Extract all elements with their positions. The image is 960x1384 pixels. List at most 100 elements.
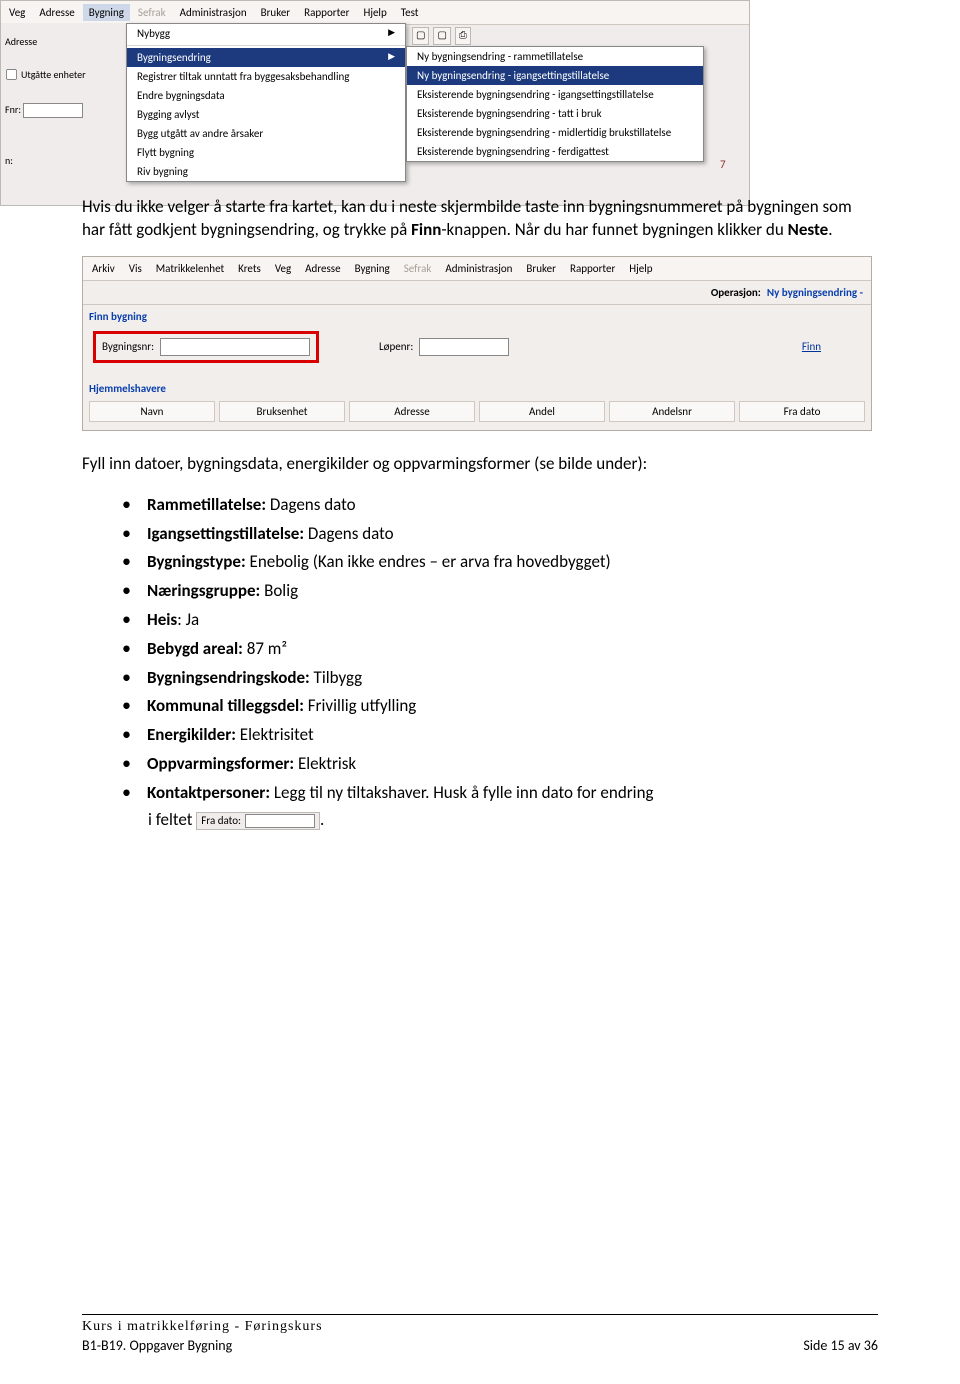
li-text: Dagens dato: [266, 494, 356, 515]
mi-label: Bygg utgått av andre årsaker: [137, 127, 263, 140]
menu-hjelp[interactable]: Hjelp: [357, 4, 392, 21]
li-text: 87 m²: [243, 638, 287, 659]
last-suffix: .: [320, 809, 324, 830]
li-bold: Rammetillatelse:: [147, 494, 266, 515]
list-item: Energikilder: Elektrisitet: [122, 720, 878, 749]
finn-link[interactable]: Finn: [802, 340, 821, 353]
bygning-dropdown: Nybygg ▶ Bygningsendring▶ Registrer tilta…: [126, 23, 406, 182]
lopenr-input[interactable]: [419, 338, 509, 356]
smi-eks-ferdigattest[interactable]: Eksisterende bygningsendring - ferdigatt…: [407, 142, 703, 161]
fnr-label: Fnr:: [5, 103, 21, 116]
mi-label: Flytt bygning: [137, 146, 194, 159]
smi-ramme[interactable]: Ny bygningsendring - rammetillatelse: [407, 47, 703, 66]
col-fra-dato: Fra dato: [739, 401, 865, 422]
para1-text-e: .: [828, 219, 832, 240]
footer-course-title: Kurs i matrikkelføring - Føringskurs: [82, 1319, 878, 1335]
li-bold: Bygningsendringskode:: [147, 667, 310, 688]
mi-label: Endre bygningsdata: [137, 89, 225, 102]
menu-veg[interactable]: Veg: [3, 4, 31, 21]
m2-administrasjon[interactable]: Administrasjon: [439, 260, 518, 277]
li-text: Legg til ny tiltakshaver. Husk å fylle i…: [270, 782, 653, 803]
mi-flytt-bygning[interactable]: Flytt bygning: [127, 143, 405, 162]
mi-label: Nybygg: [137, 27, 170, 40]
li-bold: Kontaktpersoner:: [147, 782, 270, 803]
mi-endre-bygningsdata[interactable]: Endre bygningsdata: [127, 86, 405, 105]
list-item: Næringsgruppe: Bolig: [122, 576, 878, 605]
m2-matrikkelenhet[interactable]: Matrikkelenhet: [150, 260, 230, 277]
mi-riv-bygning[interactable]: Riv bygning: [127, 162, 405, 181]
para1-text-c: -knappen. Når du har funnet bygningen kl…: [441, 219, 787, 240]
toolbar-icon-1[interactable]: ▢: [412, 27, 429, 45]
field-list: Rammetillatelse: Dagens dato Igangsettin…: [122, 490, 878, 807]
document-body: Hvis du ikke velger å starte fra kartet,…: [82, 196, 878, 830]
li-text: : Ja: [177, 609, 199, 630]
scr1-toolbar: ▢ ▢ ⎙: [406, 27, 706, 45]
smi-igangsetting[interactable]: Ny bygningsendring - igangsettingstillat…: [407, 66, 703, 85]
m2-arkiv[interactable]: Arkiv: [86, 260, 121, 277]
m2-bruker[interactable]: Bruker: [520, 260, 562, 277]
last-inline-line: i feltet Fra dato: .: [148, 809, 878, 830]
bygningsendring-submenu: Ny bygningsendring - rammetillatelse Ny …: [406, 46, 704, 162]
mi-bygningsendring[interactable]: Bygningsendring▶: [127, 48, 405, 67]
last-prefix: i feltet: [148, 809, 192, 830]
n-label: n:: [5, 154, 13, 167]
bygningsnr-input[interactable]: [160, 338, 310, 356]
menu-administrasjon[interactable]: Administrasjon: [174, 4, 253, 21]
mi-nybygg[interactable]: Nybygg ▶: [127, 24, 405, 43]
fra-dato-input[interactable]: [245, 814, 315, 828]
m2-veg[interactable]: Veg: [269, 260, 297, 277]
li-bold: Bygningstype:: [147, 551, 246, 572]
smi-eks-igang[interactable]: Eksisterende bygningsendring - igangsett…: [407, 85, 703, 104]
smi-eks-tatt-bruk[interactable]: Eksisterende bygningsendring - tatt i br…: [407, 104, 703, 123]
m2-rapporter[interactable]: Rapporter: [564, 260, 621, 277]
m2-hjelp[interactable]: Hjelp: [623, 260, 658, 277]
lopenr-group: Løpenr:: [379, 338, 509, 356]
mi-bygg-utgatt[interactable]: Bygg utgått av andre årsaker: [127, 124, 405, 143]
li-text: Frivillig utfylling: [304, 695, 416, 716]
list-item: Kontaktpersoner: Legg til ny tiltakshave…: [122, 778, 878, 807]
menu-adresse[interactable]: Adresse: [33, 4, 80, 21]
li-text: Dagens dato: [304, 523, 394, 544]
m2-krets[interactable]: Krets: [232, 260, 267, 277]
li-bold: Oppvarmingsformer:: [147, 753, 294, 774]
para1-bold-neste: Neste: [788, 219, 829, 240]
fnr-input[interactable]: [23, 103, 83, 118]
col-andel: Andel: [479, 401, 605, 422]
page-footer: Kurs i matrikkelføring - Føringskurs B1-…: [82, 1314, 878, 1354]
smi-eks-midlertidig[interactable]: Eksisterende bygningsendring - midlertid…: [407, 123, 703, 142]
columns-header: Navn Bruksenhet Adresse Andel Andelsnr F…: [83, 397, 871, 430]
operation-label: Operasjon:: [711, 286, 761, 299]
chevron-right-icon: ▶: [388, 51, 395, 64]
list-item: Igangsettingstillatelse: Dagens dato: [122, 519, 878, 548]
utgatte-checkbox[interactable]: [6, 69, 17, 80]
li-bold: Næringsgruppe:: [147, 580, 260, 601]
operation-bar: Operasjon: Ny bygningsendring -: [83, 281, 871, 305]
checkbox-utgatte[interactable]: Utgåtte enheter: [5, 68, 122, 81]
mi-label: Bygging avlyst: [137, 108, 199, 121]
menu-bygning[interactable]: Bygning: [83, 4, 130, 21]
li-text: Elektrisitet: [236, 724, 314, 745]
chevron-right-icon: ▶: [388, 27, 395, 40]
operation-value: Ny bygningsendring -: [767, 286, 863, 299]
utgatte-label: Utgåtte enheter: [21, 68, 86, 81]
mi-label: Riv bygning: [137, 165, 188, 178]
m2-vis[interactable]: Vis: [123, 260, 148, 277]
li-bold: Igangsettingstillatelse:: [147, 523, 304, 544]
toolbar-icon-2[interactable]: ▢: [433, 27, 450, 45]
toolbar-print-icon[interactable]: ⎙: [455, 27, 471, 45]
menu-bruker[interactable]: Bruker: [255, 4, 297, 21]
bygningsnr-label: Bygningsnr:: [102, 340, 154, 353]
bygningsnr-group: Bygningsnr:: [93, 331, 319, 363]
col-andelsnr: Andelsnr: [609, 401, 735, 422]
m2-adresse[interactable]: Adresse: [299, 260, 346, 277]
mi-label: Registrer tiltak unntatt fra byggesaksbe…: [137, 70, 349, 83]
m2-bygning[interactable]: Bygning: [349, 260, 396, 277]
footer-divider: [82, 1314, 878, 1315]
li-bold: Heis: [147, 609, 177, 630]
menu-test[interactable]: Test: [395, 4, 425, 21]
mi-bygging-avlyst[interactable]: Bygging avlyst: [127, 105, 405, 124]
mi-registrer-tiltak[interactable]: Registrer tiltak unntatt fra byggesaksbe…: [127, 67, 405, 86]
li-text: Enebolig (Kan ikke endres – er arva fra …: [246, 551, 611, 572]
menu-rapporter[interactable]: Rapporter: [298, 4, 355, 21]
fra-dato-inline-field: Fra dato:: [196, 812, 320, 830]
